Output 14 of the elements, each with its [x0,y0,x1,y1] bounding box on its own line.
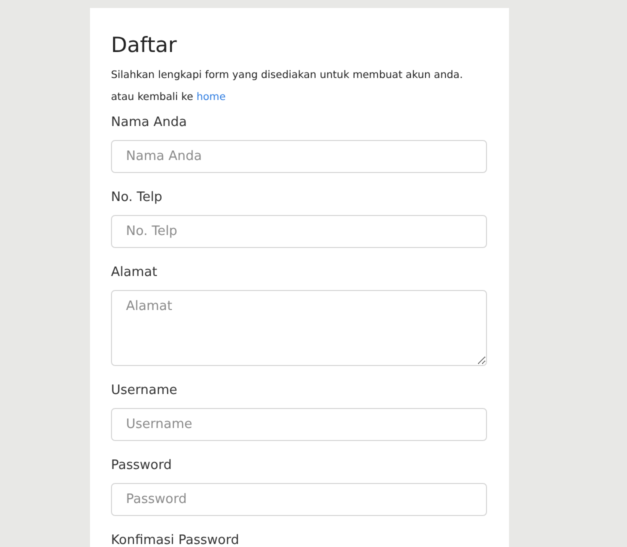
field-label: Username [111,382,178,400]
field-label: Alamat [111,264,158,282]
intro-text: Silahkan lengkapi form yang disediakan untuk membuat akun anda. atau kembali ke home [111,68,464,105]
textarea-field[interactable]: Alamat [111,290,487,366]
home-link[interactable]: home [196,91,226,103]
page-title: Daftar [111,32,178,59]
field-label: Nama Anda [111,114,188,132]
input-field[interactable]: Password [111,483,487,516]
input-field[interactable]: Nama Anda [111,140,487,173]
field-label: Konfimasi Password [111,532,240,547]
input-field[interactable]: No. Telp [111,215,487,248]
input-field[interactable]: Username [111,408,487,441]
field-label: No. Telp [111,189,164,207]
field-label: Password [111,457,173,475]
